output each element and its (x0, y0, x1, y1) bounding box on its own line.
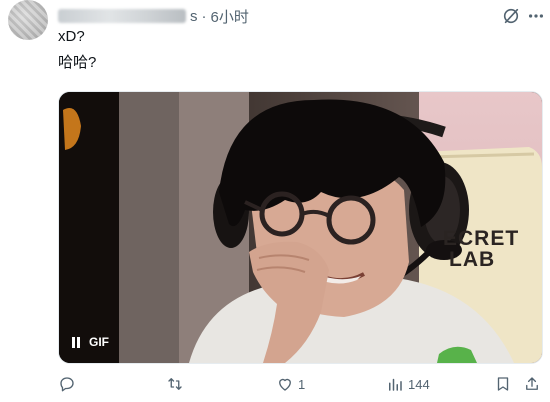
chair-logo-line: LAB (449, 248, 496, 271)
reply-icon (60, 377, 74, 392)
tweet-text-line: xD? (58, 28, 85, 45)
repost-button[interactable] (166, 373, 188, 395)
author-name-suffix: s (190, 7, 198, 25)
chair-logo-text: ECRET LAB (443, 228, 519, 270)
bookmark-icon (497, 377, 509, 391)
like-count: 1 (298, 376, 306, 392)
tweet-text-line: 哈哈? (58, 54, 97, 71)
more-icon[interactable] (526, 7, 546, 25)
like-button[interactable]: 1 (276, 373, 305, 395)
gif-controls: GIF (71, 335, 109, 349)
repost-icon (168, 378, 182, 390)
heart-icon (279, 378, 291, 391)
action-bar: 1 144 (58, 373, 541, 395)
tweet-header: s · 6小时 (58, 6, 249, 26)
share-icon (526, 377, 538, 390)
timestamp[interactable]: 6小时 (211, 6, 249, 27)
author-name-blurred[interactable] (58, 9, 186, 23)
share-button[interactable] (523, 373, 541, 395)
views-button[interactable]: 144 (386, 373, 430, 395)
views-icon (389, 378, 402, 391)
reply-button[interactable] (58, 373, 80, 395)
gif-badge: GIF (89, 335, 109, 349)
gif-media[interactable]: ECRET LAB GIF (58, 91, 543, 364)
avatar[interactable] (8, 0, 48, 40)
grok-icon[interactable] (502, 7, 520, 25)
bookmark-button[interactable] (494, 373, 512, 395)
views-count: 144 (408, 376, 430, 392)
chair-logo-line: ECRET (443, 227, 520, 250)
pause-icon[interactable] (71, 336, 81, 348)
header-separator: · (201, 7, 207, 25)
